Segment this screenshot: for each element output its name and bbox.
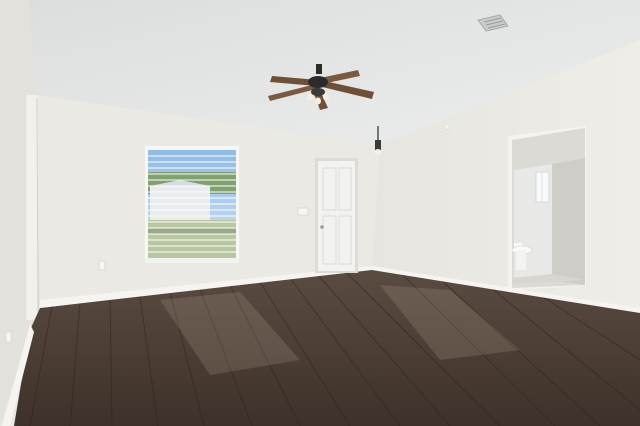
- light-switch: [297, 207, 309, 216]
- left-wall-outlet: [5, 331, 12, 343]
- room-scene: [0, 0, 640, 426]
- smoke-detector: [444, 124, 450, 130]
- bathroom-doorway: [508, 126, 586, 290]
- left-door-frame: [26, 95, 38, 320]
- window: [145, 146, 239, 263]
- outlet: [98, 260, 106, 271]
- door-knob: [320, 225, 324, 229]
- front-door: [315, 158, 358, 273]
